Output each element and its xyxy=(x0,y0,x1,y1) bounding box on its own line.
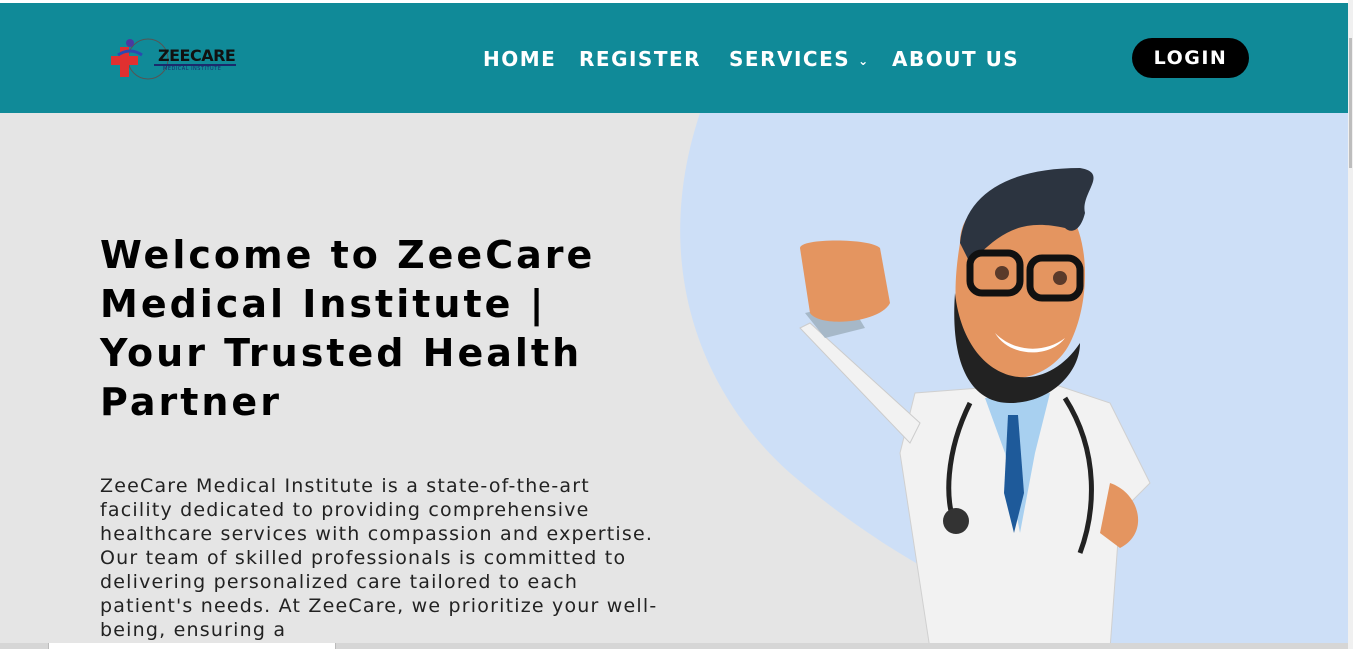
login-button[interactable]: LOGIN xyxy=(1132,38,1249,78)
nav-services-label: SERVICES xyxy=(729,47,851,71)
scrollbar-thumb[interactable] xyxy=(1349,38,1352,168)
brand-name: ZEECARE xyxy=(158,46,236,65)
chevron-down-icon: ⌄ xyxy=(858,53,870,68)
brand-logo[interactable]: ZEECARE MEDICAL INSTITUTE xyxy=(110,33,245,85)
hero-description: ZeeCare Medical Institute is a state-of-… xyxy=(100,475,658,641)
nav-about-us[interactable]: ABOUT US xyxy=(892,47,1019,71)
bottom-input-strip xyxy=(48,643,336,649)
doctor-illustration xyxy=(799,168,1151,649)
navbar: ZEECARE MEDICAL INSTITUTE HOME REGISTER … xyxy=(0,3,1348,113)
hero-section: Welcome to ZeeCare Medical Institute | Y… xyxy=(0,113,1348,649)
nav-register[interactable]: REGISTER xyxy=(579,47,701,71)
nav-services[interactable]: SERVICES ⌄ xyxy=(729,47,870,71)
nav-home[interactable]: HOME xyxy=(483,47,556,71)
hero-title: Welcome to ZeeCare Medical Institute | Y… xyxy=(100,233,596,424)
brand-subtitle: MEDICAL INSTITUTE xyxy=(163,66,222,72)
